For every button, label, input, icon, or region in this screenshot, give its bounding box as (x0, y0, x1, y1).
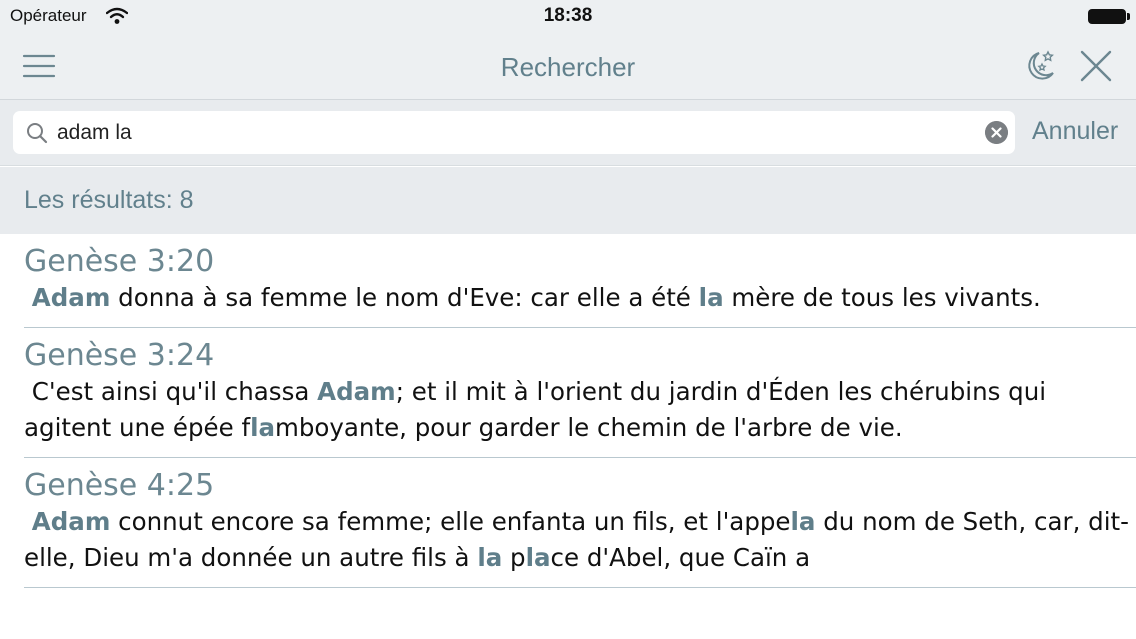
result-text: Adam donna à sa femme le nom d'Eve: car … (24, 280, 1136, 316)
text-segment: mboyante, pour garder le chemin de l'arb… (275, 413, 903, 442)
result-text: C'est ainsi qu'il chassa Adam; et il mit… (24, 374, 1136, 446)
status-time: 18:38 (543, 5, 593, 26)
result-item[interactable]: Genèse 3:24 C'est ainsi qu'il chassa Ada… (24, 328, 1136, 458)
status-bar: Opérateur 18:38 (0, 0, 1136, 32)
result-reference: Genèse 3:24 (24, 338, 215, 373)
result-reference: Genèse 4:25 (24, 468, 215, 503)
search-bar (0, 100, 1136, 166)
text-segment: ce d'Abel, que Caïn a (550, 543, 811, 572)
search-icon (27, 123, 48, 144)
highlighted-match: la (790, 507, 816, 536)
night-mode-icon[interactable] (1020, 48, 1060, 84)
highlighted-match: la (698, 283, 724, 312)
result-item[interactable]: Genèse 4:25 Adam connut encore sa femme;… (24, 458, 1136, 588)
highlighted-match: Adam (31, 507, 111, 536)
highlighted-match: la (477, 543, 503, 572)
navigation-bar: Rechercher (0, 32, 1136, 100)
text-segment: C'est ainsi qu'il chassa (24, 377, 318, 406)
results-header: Les résultats: 8 (0, 167, 1136, 234)
highlighted-match: la (525, 543, 551, 572)
result-reference: Genèse 3:20 (24, 244, 215, 279)
clear-icon[interactable] (985, 121, 1008, 144)
battery-icon (1088, 9, 1130, 24)
text-segment (24, 507, 32, 536)
text-segment (24, 283, 32, 312)
search-field[interactable] (13, 111, 1015, 154)
close-icon[interactable] (1078, 48, 1114, 84)
result-text: Adam connut encore sa femme; elle enfant… (24, 504, 1136, 576)
highlighted-match: Adam (31, 283, 111, 312)
result-item[interactable]: Genèse 3:20 Adam donna à sa femme le nom… (24, 234, 1136, 328)
highlighted-match: Adam (317, 377, 396, 406)
search-input[interactable] (57, 116, 957, 149)
text-segment: p (502, 543, 526, 572)
results-list: Genèse 3:20 Adam donna à sa femme le nom… (0, 234, 1136, 639)
text-segment: connut encore sa femme; elle enfanta un … (110, 507, 791, 536)
results-count: Les résultats: 8 (24, 186, 194, 214)
cancel-button[interactable]: Annuler (1032, 117, 1118, 146)
highlighted-match: la (250, 413, 276, 442)
text-segment: mère de tous les vivants. (723, 283, 1041, 312)
text-segment: donna à sa femme le nom d'Eve: car elle … (110, 283, 699, 312)
page-title: Rechercher (500, 52, 636, 82)
